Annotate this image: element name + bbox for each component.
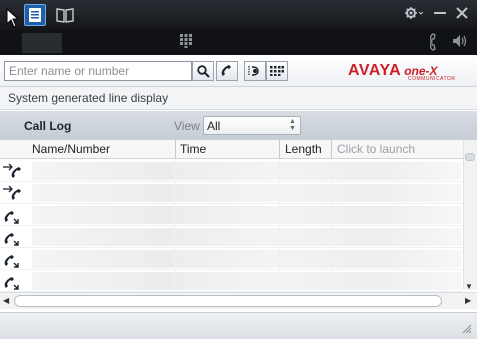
column-header-click-to-launch[interactable]: Click to launch: [337, 142, 415, 156]
table-row[interactable]: [0, 270, 463, 292]
incoming-call-icon: [2, 227, 24, 247]
column-gridline: [175, 160, 176, 292]
conference-call-icon: [248, 66, 259, 76]
scroll-down-arrow-icon[interactable]: ▼: [465, 282, 473, 291]
line-display-text: System generated line display: [8, 91, 169, 105]
search-icon: [196, 64, 210, 78]
status-bar: [0, 312, 477, 339]
dialpad-button[interactable]: [180, 34, 192, 51]
column-divider[interactable]: [331, 140, 332, 159]
spinner-arrows-icon: ▲ ▼: [289, 118, 296, 132]
view-filter-value: All: [207, 119, 221, 133]
redacted-row-content: [32, 228, 462, 246]
resize-grip-icon[interactable]: [460, 322, 472, 334]
settings-button[interactable]: [404, 6, 424, 24]
directory-tab-button[interactable]: [54, 4, 76, 26]
redacted-row-content: [32, 206, 462, 224]
volume-button[interactable]: [452, 33, 468, 52]
redacted-user-avatar: [22, 33, 62, 53]
contacts-tab-button[interactable]: [24, 4, 46, 26]
contacts-list-icon: [29, 8, 41, 22]
logo-subtitle: COMMUNICATOR: [408, 76, 456, 82]
dialpad-grid-icon: [180, 34, 192, 48]
table-row[interactable]: [0, 160, 463, 182]
dialpad-toggle-button[interactable]: [266, 61, 288, 81]
table-row[interactable]: [0, 248, 463, 270]
call-button[interactable]: [216, 61, 238, 81]
outgoing-call-icon: [2, 161, 24, 181]
column-gridline: [331, 160, 332, 292]
horizontal-scroll-thumb[interactable]: [14, 295, 442, 307]
search-button[interactable]: [192, 61, 214, 81]
incoming-call-icon: [2, 249, 24, 269]
redacted-row-content: [32, 162, 462, 180]
mouse-pointer-icon: [6, 8, 20, 28]
table-row[interactable]: [0, 204, 463, 226]
vertical-scroll-thumb[interactable]: [465, 153, 475, 161]
scroll-right-arrow-icon[interactable]: ▶: [465, 296, 471, 305]
conference-button[interactable]: [244, 61, 266, 81]
call-log-title: Call Log: [24, 119, 72, 133]
minimize-button[interactable]: [434, 12, 446, 14]
incoming-call-icon: [2, 271, 24, 291]
redacted-row-content: [32, 272, 462, 290]
redacted-row-content: [32, 250, 462, 268]
vertical-scrollbar[interactable]: [463, 140, 477, 290]
column-header-time[interactable]: Time: [180, 142, 206, 156]
column-header-length[interactable]: Length: [285, 142, 322, 156]
search-input[interactable]: [4, 61, 192, 81]
table-row[interactable]: [0, 182, 463, 204]
gear-icon: [405, 7, 424, 19]
redacted-row-content: [32, 184, 462, 202]
close-icon: [456, 7, 468, 19]
logo-brand: AVAYA: [348, 62, 402, 79]
table-row[interactable]: [0, 226, 463, 248]
handset-button[interactable]: [429, 33, 440, 54]
avaya-logo: AVAYA one-X COMMUNICATOR: [348, 60, 455, 82]
speaker-icon: [453, 35, 467, 47]
minimize-icon: [434, 12, 446, 14]
column-gridline: [405, 160, 406, 292]
close-button[interactable]: [456, 6, 468, 24]
view-label: View: [174, 119, 200, 133]
incoming-call-icon: [2, 205, 24, 225]
column-header-name-number[interactable]: Name/Number: [32, 142, 110, 156]
handset-icon: [429, 33, 436, 51]
status-strip: [0, 30, 477, 55]
phone-call-icon: [221, 65, 231, 76]
keypad-icon: [270, 66, 284, 76]
outgoing-call-icon: [2, 183, 24, 203]
scroll-left-arrow-icon[interactable]: ◀: [3, 296, 9, 305]
book-icon: [56, 8, 74, 23]
column-divider[interactable]: [175, 140, 176, 159]
column-gridline: [279, 160, 280, 292]
column-divider[interactable]: [279, 140, 280, 159]
